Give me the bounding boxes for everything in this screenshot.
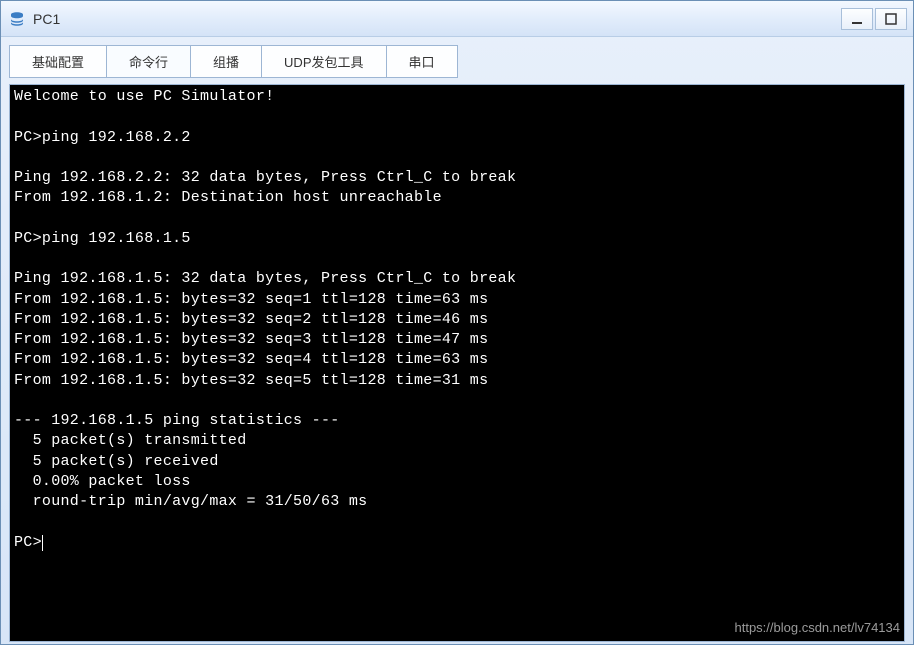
tab-serial[interactable]: 串口 [386,45,458,78]
terminal-output[interactable]: Welcome to use PC Simulator! PC>ping 192… [10,85,904,555]
maximize-button[interactable] [875,8,907,30]
minimize-button[interactable] [841,8,873,30]
window-title: PC1 [33,11,60,27]
app-icon [7,9,27,29]
window-controls [841,8,907,30]
app-window: PC1 基础配置 命令行 组播 UDP发包工具 串口 Welcome to us… [0,0,914,645]
terminal-container: Welcome to use PC Simulator! PC>ping 192… [9,84,905,642]
tab-command-line[interactable]: 命令行 [106,45,190,78]
tab-udp-tool[interactable]: UDP发包工具 [261,45,385,78]
tab-multicast[interactable]: 组播 [190,45,261,78]
tab-bar: 基础配置 命令行 组播 UDP发包工具 串口 [1,37,913,78]
tab-basic-config[interactable]: 基础配置 [9,45,106,78]
titlebar[interactable]: PC1 [1,1,913,37]
